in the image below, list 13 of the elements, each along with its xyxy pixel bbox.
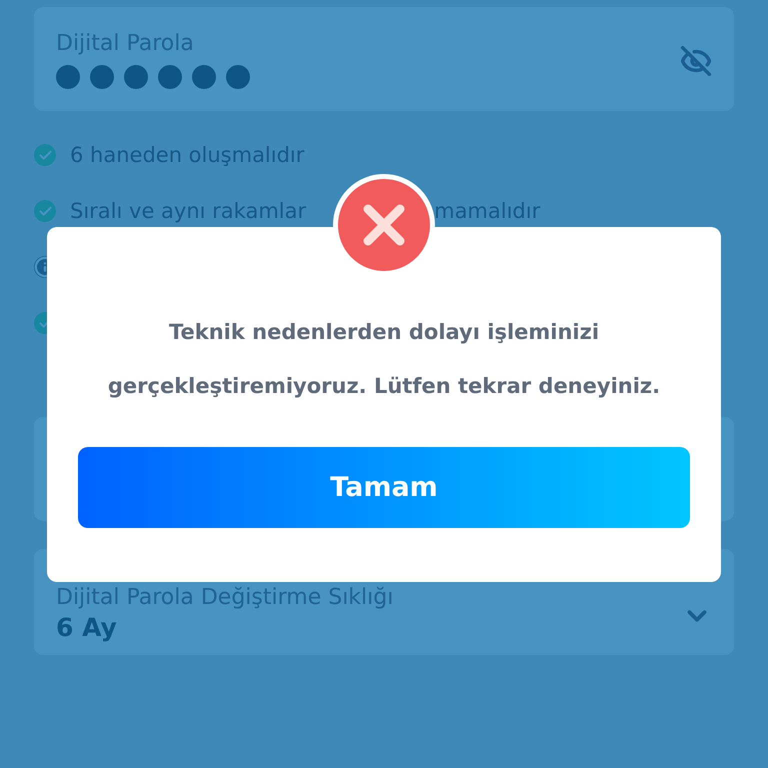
eye-off-icon[interactable]	[680, 45, 712, 77]
check-icon	[34, 144, 56, 166]
error-message: gerçekleştiremiyoruz. Lütfen tekrar deneyiniz.	[108, 373, 660, 400]
error-message: Teknik nedenlerden dolayı işleminizi	[168, 319, 600, 346]
ok-button[interactable]: Tamam	[78, 447, 690, 528]
select-value: 6 Ay	[56, 613, 118, 642]
password-dot	[192, 65, 216, 89]
password-dot	[158, 65, 182, 89]
check-icon	[34, 200, 56, 222]
password-dot	[124, 65, 148, 89]
password-dot	[90, 65, 114, 89]
password-dot	[226, 65, 250, 89]
password-dot	[56, 65, 80, 89]
